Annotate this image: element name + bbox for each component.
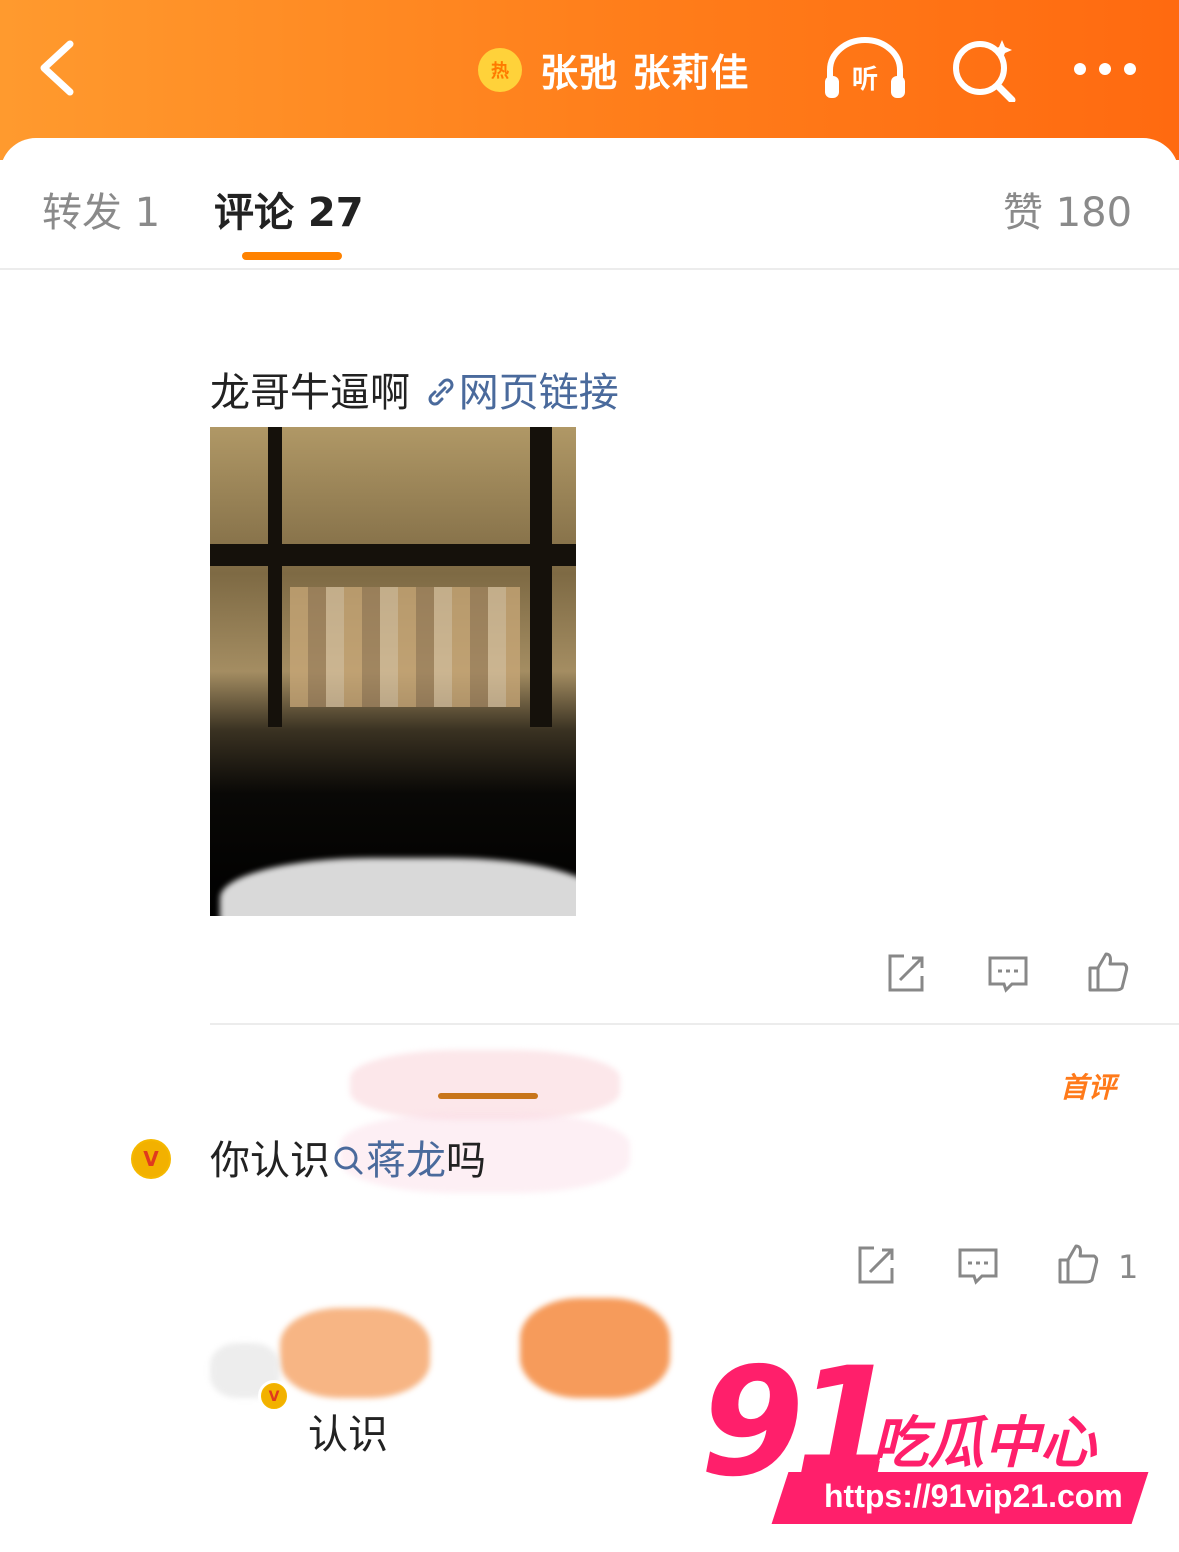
- tab-reposts[interactable]: 转发 1: [42, 180, 160, 238]
- share-icon[interactable]: [884, 952, 928, 996]
- listen-button[interactable]: 听: [822, 36, 908, 102]
- web-link[interactable]: 网页链接: [423, 370, 619, 416]
- like-count: 1: [1118, 1248, 1139, 1286]
- share-icon[interactable]: [854, 1244, 898, 1288]
- comment-1-body: 龙哥牛逼啊: [210, 370, 410, 416]
- topic-link[interactable]: 蒋龙: [330, 1138, 446, 1184]
- comment-icon[interactable]: [986, 952, 1030, 996]
- image-window-frame: [268, 427, 282, 727]
- comment-2-after: 吗: [446, 1138, 486, 1184]
- more-icon[interactable]: [1070, 54, 1140, 84]
- comment-2-before: 你认识: [210, 1138, 330, 1184]
- topic-title[interactable]: 张弛 张莉佳: [540, 42, 749, 97]
- headphones-icon: 听: [825, 37, 905, 98]
- tab-comments[interactable]: 评论 27: [214, 180, 364, 238]
- verified-badge-icon: V: [128, 1136, 174, 1182]
- image-mosaic: [290, 587, 520, 707]
- watermark-url: https://91vip21.com: [824, 1478, 1123, 1514]
- web-link-label: 网页链接: [458, 370, 619, 416]
- watermark-text: 吃瓜中心: [872, 1411, 1096, 1476]
- topic-link-label: 蒋龙: [366, 1138, 446, 1184]
- redaction-mark: [520, 1298, 670, 1398]
- listen-label: 听: [852, 65, 878, 95]
- search-icon[interactable]: [950, 36, 1018, 102]
- back-arrow-icon[interactable]: [30, 36, 90, 100]
- search-small-icon: [334, 1146, 363, 1175]
- comment-image[interactable]: [210, 427, 576, 916]
- redaction-mark: [280, 1308, 430, 1398]
- svg-text:V: V: [143, 1147, 159, 1171]
- comment-divider: [210, 1023, 1179, 1025]
- comment-1-text: 龙哥牛逼啊 网页链接: [210, 360, 619, 418]
- tab-likes[interactable]: 赞 180: [1003, 180, 1132, 238]
- comment-2-text: 你认识 蒋龙吗: [210, 1128, 486, 1186]
- first-comment-badge: 首评: [1060, 1071, 1117, 1104]
- image-window-frame: [210, 544, 576, 566]
- like-icon[interactable]: [1056, 1242, 1100, 1286]
- redaction-mark: [350, 1050, 620, 1120]
- svg-text:V: V: [269, 1389, 280, 1405]
- link-icon: [428, 378, 454, 406]
- watermark: 91 吃瓜中心 https://91vip21.com: [700, 1348, 1160, 1538]
- active-tab-indicator: [242, 252, 342, 260]
- verified-badge-icon: V: [258, 1380, 290, 1412]
- image-window-frame: [530, 427, 552, 727]
- tab-bar: 转发 1 评论 27 赞 180: [0, 138, 1179, 270]
- comment-3-text: 认识: [308, 1412, 388, 1458]
- redaction-mark: [438, 1093, 538, 1099]
- comment-icon[interactable]: [956, 1244, 1000, 1288]
- hot-icon: 热: [478, 48, 522, 92]
- top-bar: 热 张弛 张莉佳 听: [0, 0, 1179, 160]
- comments-panel: 转发 1 评论 27 赞 180 龙哥牛逼啊 网页链接 首评 V 你认识 蒋龙吗…: [0, 138, 1179, 1552]
- redaction-mark: [220, 858, 600, 958]
- like-icon[interactable]: [1086, 950, 1130, 994]
